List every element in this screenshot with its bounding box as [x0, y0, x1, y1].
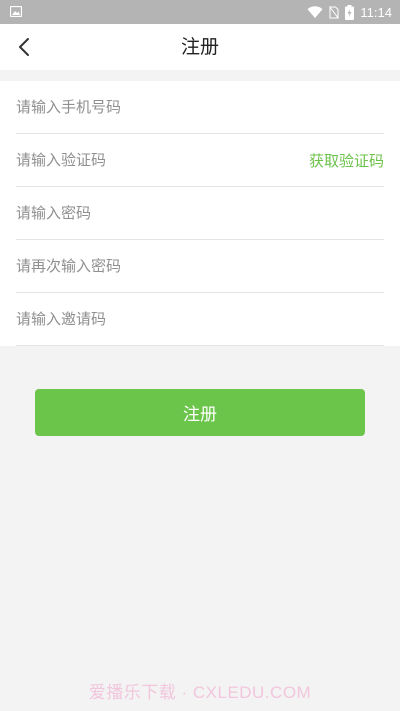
wifi-icon	[307, 5, 323, 18]
status-bar: 11:14	[0, 0, 400, 24]
verification-code-input[interactable]	[16, 145, 309, 175]
status-icons: 11:14	[307, 0, 392, 24]
code-field-row: 获取验证码	[16, 134, 384, 187]
no-sim-icon	[329, 5, 340, 19]
battery-icon	[345, 4, 355, 20]
confirm-password-field-row	[16, 240, 384, 293]
phone-input[interactable]	[16, 92, 384, 122]
phone-field-row	[16, 81, 384, 134]
get-code-button[interactable]: 获取验证码	[309, 150, 384, 171]
page-title: 注册	[180, 36, 219, 58]
register-form: 获取验证码	[0, 81, 400, 346]
nav-bar: 注册	[0, 24, 400, 70]
watermark: 爱播乐下载 · CXLEDU.COM	[88, 683, 312, 702]
invite-field-row	[16, 293, 384, 346]
status-time: 11:14	[360, 4, 392, 20]
invite-code-input[interactable]	[16, 304, 384, 334]
confirm-password-input[interactable]	[16, 251, 384, 281]
register-button[interactable]: 注册	[35, 389, 365, 436]
password-input[interactable]	[16, 198, 384, 228]
image-icon	[10, 6, 22, 17]
password-field-row	[16, 187, 384, 240]
